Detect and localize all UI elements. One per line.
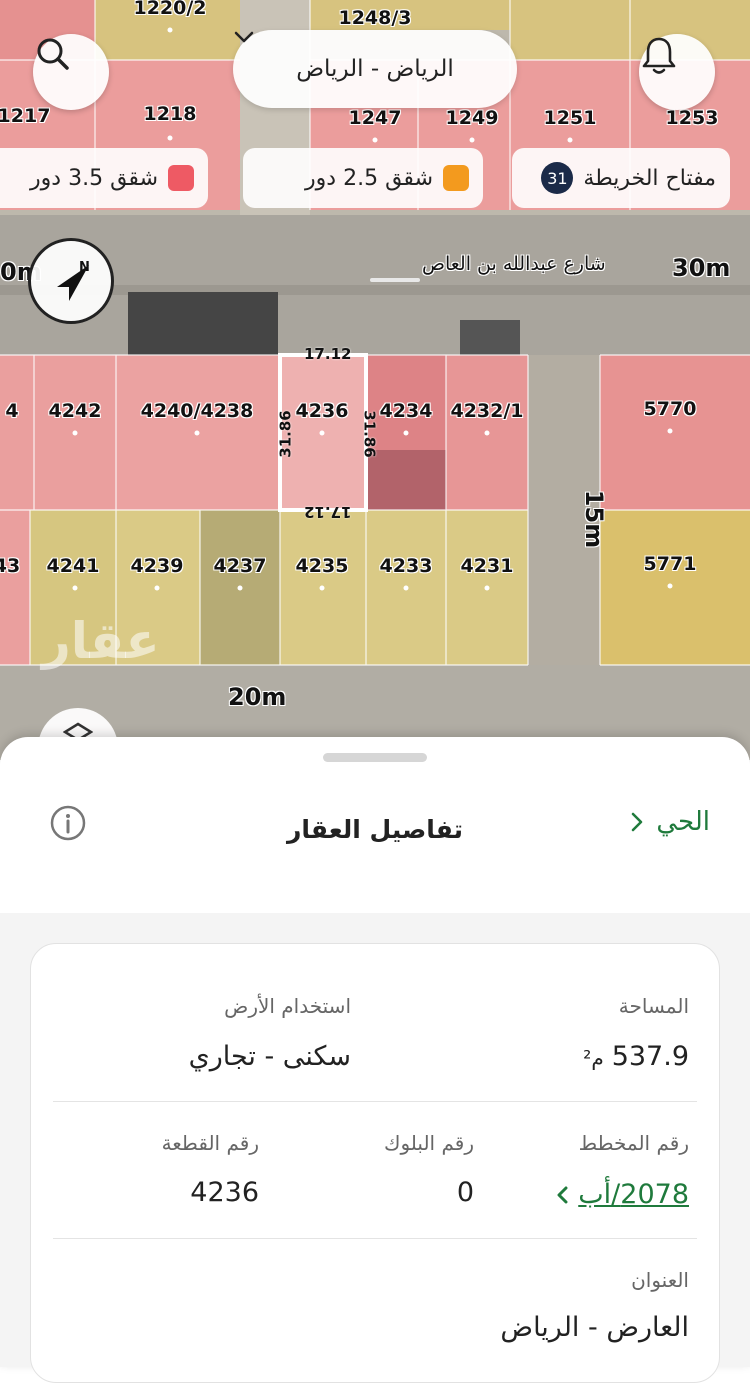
plot-center-dot	[469, 137, 475, 143]
selected-plot-top-dimension: 17.12	[304, 345, 352, 363]
address-value: العارض - الرياض	[500, 1312, 689, 1343]
plot-label-top: 1253	[665, 107, 719, 129]
search-icon	[37, 38, 69, 70]
divider	[53, 1238, 697, 1239]
compass-north-letter: N	[79, 260, 90, 275]
plot-center-dot	[167, 27, 173, 33]
plan-number-link[interactable]: 2078/أب	[556, 1179, 689, 1210]
plot-label-selected: 4236	[295, 400, 349, 422]
neighborhood-link-label: الحي	[656, 807, 710, 837]
legend-swatch-orange	[443, 165, 469, 191]
plot-center-dot	[403, 430, 409, 436]
plot-center-dot	[319, 585, 325, 591]
plot-label-bottom: 43	[0, 555, 21, 577]
plot-center-dot	[667, 428, 673, 434]
plot-number-label: رقم القطعة	[161, 1131, 259, 1155]
chevron-right-icon	[632, 812, 643, 832]
neighborhood-link[interactable]: الحي	[630, 807, 710, 837]
plan-number-value: 2078/أب	[578, 1179, 689, 1210]
legend-item-2-5-floors[interactable]: شقق 2.5 دور	[243, 148, 483, 208]
property-details-card: المساحة 537.9 م² استخدام الأرض سكنى - تج…	[30, 943, 720, 1383]
plot-label-bottom: 4237	[213, 555, 267, 577]
plot-label-middle: 4234	[379, 400, 433, 422]
plot-center-dot	[403, 585, 409, 591]
plan-number-label: رقم المخطط	[578, 1131, 689, 1155]
plot-center-dot	[72, 430, 78, 436]
property-details-sheet: تفاصيل العقار الحي المساحة 537.9 م² استخ…	[0, 737, 750, 1383]
plot-center-dot	[319, 430, 325, 436]
block-number-value: 0	[456, 1177, 474, 1208]
notifications-button[interactable]	[639, 34, 715, 110]
sheet-grabber[interactable]	[323, 753, 427, 762]
chevron-left-icon	[557, 1186, 568, 1203]
plot-center-dot	[154, 585, 160, 591]
plot-center-dot	[167, 135, 173, 141]
block-number-label: رقم البلوك	[383, 1131, 474, 1155]
legend-item-label: شقق 2.5 دور	[305, 165, 433, 191]
watermark-logo: عقار	[42, 612, 160, 670]
legend-swatch-red	[168, 165, 194, 191]
compass-button[interactable]: N	[28, 238, 114, 324]
plot-center-dot	[194, 430, 200, 436]
plot-center-dot	[567, 137, 573, 143]
plot-label-top: 1248/3	[338, 7, 412, 29]
street-width-bottom: 20m	[228, 683, 287, 711]
plot-label-top: 1218	[143, 103, 197, 125]
plot-label-bottom: 4235	[295, 555, 349, 577]
divider	[53, 1101, 697, 1102]
plot-label-top: 1251	[543, 107, 597, 129]
plot-center-dot	[484, 430, 490, 436]
plot-center-dot	[237, 585, 243, 591]
city-selector[interactable]: الرياض - الرياض	[233, 30, 517, 108]
legend-item-3-5-floors[interactable]: شقق 3.5 دور	[0, 148, 208, 208]
land-use-label: استخدام الأرض	[224, 994, 351, 1018]
city-selector-label: الرياض - الرياض	[296, 56, 454, 82]
street-width-top: 30m	[672, 254, 731, 282]
map-key-button[interactable]: مفتاح الخريطة 31	[512, 148, 730, 208]
plot-label-middle: 4	[5, 400, 19, 422]
plot-label-bottom: 4231	[460, 555, 514, 577]
plot-label-top: 1220/2	[133, 0, 207, 19]
plot-center-dot	[667, 583, 673, 589]
street-width-side: 15m	[580, 489, 609, 549]
plot-label-top: 1247	[348, 107, 402, 129]
area-value-group: 537.9 م²	[583, 1041, 689, 1072]
plot-center-dot	[72, 585, 78, 591]
address-label: العنوان	[631, 1268, 689, 1292]
plot-number-value: 4236	[190, 1177, 259, 1208]
bell-icon	[642, 37, 676, 74]
search-button[interactable]	[33, 34, 109, 110]
plot-label-bottom: 5771	[643, 553, 697, 575]
chevron-down-icon	[234, 31, 254, 43]
plot-center-dot	[484, 585, 490, 591]
plot-label-top: 1249	[445, 107, 499, 129]
map-key-count-badge: 31	[541, 162, 574, 194]
plot-label-middle: 5770	[643, 398, 697, 420]
compass-icon: N	[57, 260, 90, 301]
plot-center-dot	[372, 137, 378, 143]
plot-label-bottom: 4233	[379, 555, 433, 577]
street-name-top: شارع عبدالله بن العاص	[422, 253, 606, 275]
plot-label-bottom: 4241	[46, 555, 100, 577]
selected-plot-left-dimension: 31.86	[276, 410, 295, 458]
area-value: 537.9	[611, 1041, 689, 1072]
legend-item-label: شقق 3.5 دور	[30, 165, 158, 191]
land-use-value: سكنى - تجاري	[188, 1041, 351, 1072]
plot-label-middle: 4232/1	[450, 400, 524, 422]
area-label: المساحة	[618, 994, 689, 1018]
plot-label-middle: 4242	[48, 400, 102, 422]
map-key-label: مفتاح الخريطة	[583, 165, 716, 191]
selected-plot-bottom-dimension: 17.12	[304, 503, 352, 521]
property-map[interactable]: 1220/2 1248/3 1217 1218 1247 1249 1251 1…	[0, 0, 750, 760]
plot-label-bottom: 4239	[130, 555, 184, 577]
plot-label-middle: 4240/4238	[140, 400, 254, 422]
area-unit: م²	[583, 1046, 604, 1070]
selected-plot-right-dimension: 31.86	[360, 410, 379, 458]
plot-label-top: 1217	[0, 105, 51, 127]
